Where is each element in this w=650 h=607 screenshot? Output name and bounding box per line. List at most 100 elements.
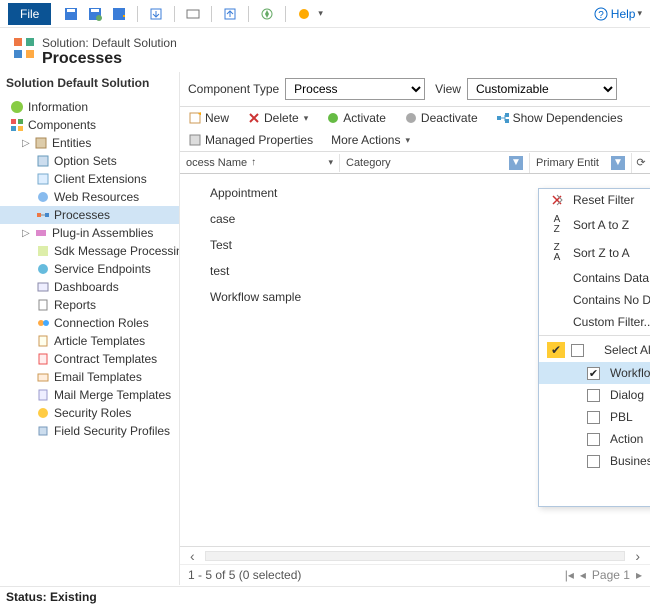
filter-icon[interactable]: ▼ (509, 156, 523, 170)
tree-item[interactable]: Contract Templates (0, 350, 179, 368)
grid-header: ocess Name↑▾ Category▼ Primary Entit▼ ⟳ (180, 152, 650, 174)
filter-bar: Component Type Process View Customizable (180, 72, 650, 106)
sort-az[interactable]: AZSort A to Z (539, 211, 650, 239)
next-page-icon[interactable]: ▸ (636, 568, 642, 582)
tree: Information Components ▷Entities Option … (0, 94, 179, 444)
filter-opt-dialog[interactable]: Dialog (539, 384, 650, 406)
separator (174, 6, 175, 22)
checkbox[interactable]: ✔ (587, 367, 600, 380)
show-deps-button[interactable]: Show Dependencies (492, 109, 627, 127)
tree-item[interactable]: Reports (0, 296, 179, 314)
filter-menu: Reset Filter AZSort A to Z ZASort Z to A… (538, 188, 650, 507)
sort-za[interactable]: ZASort Z to A (539, 239, 650, 267)
pager: 1 - 5 of 5 (0 selected) |◂ ◂ Page 1 ▸ (180, 564, 650, 585)
col-category[interactable]: Category▼ (340, 153, 530, 173)
contains-data[interactable]: Contains Data (539, 267, 650, 289)
top-bar: File ▾ ? Help▾ (0, 0, 650, 28)
col-process-name[interactable]: ocess Name↑▾ (180, 154, 340, 172)
tree-processes[interactable]: Processes (0, 206, 179, 224)
solution-header: Solution: Default Solution Processes (0, 28, 650, 72)
component-type-select[interactable]: Process (285, 78, 425, 100)
reset-filter[interactable]: Reset Filter (539, 189, 650, 211)
separator (211, 6, 212, 22)
col-primary-entity[interactable]: Primary Entit▼ (530, 153, 632, 173)
prev-page-icon[interactable]: ◂ (580, 568, 586, 582)
delete-button[interactable]: Delete▾ (243, 109, 312, 127)
actions-icon[interactable] (296, 6, 312, 22)
new-button[interactable]: New (184, 109, 233, 127)
tree-item[interactable]: Mail Merge Templates (0, 386, 179, 404)
tree-item[interactable]: Email Templates (0, 368, 179, 386)
tree-plugins[interactable]: ▷Plug-in Assemblies (0, 224, 179, 242)
sidebar: Solution Default Solution Information Co… (0, 72, 180, 585)
tree-information[interactable]: Information (0, 98, 179, 116)
custom-filter[interactable]: Custom Filter... (539, 311, 650, 333)
tree-item[interactable]: Security Roles (0, 404, 179, 422)
save-new-icon[interactable] (111, 6, 127, 22)
toolbar: New Delete▾ Activate Deactivate Show Dep… (180, 106, 650, 152)
refresh-icon[interactable]: ⟳ (632, 156, 650, 169)
separator (248, 6, 249, 22)
contains-no-data[interactable]: Contains No Data (539, 289, 650, 311)
tree-item[interactable]: Sdk Message Processing S... (0, 242, 179, 260)
translate-icon[interactable] (185, 6, 201, 22)
solution-label: Solution: Default Solution (42, 36, 177, 50)
tree-item[interactable]: Article Templates (0, 332, 179, 350)
svg-text:?: ? (598, 10, 604, 21)
first-page-icon[interactable]: |◂ (565, 568, 574, 582)
sort-asc-icon: ↑ (251, 157, 256, 168)
publish-icon[interactable] (259, 6, 275, 22)
filter-icon[interactable]: ▼ (611, 156, 625, 170)
dropdown-icon[interactable]: ▾ (318, 8, 323, 19)
scroll-right-icon[interactable]: › (629, 548, 646, 564)
help-link[interactable]: ? Help▾ (594, 7, 642, 21)
checkbox[interactable] (587, 411, 600, 424)
tree-components[interactable]: Components (0, 116, 179, 134)
filter-opt-workflow[interactable]: ✔Workflow (539, 362, 650, 384)
main-panel: Component Type Process View Customizable… (180, 72, 650, 585)
deactivate-button[interactable]: Deactivate (400, 109, 482, 127)
page-label: Page 1 (592, 568, 630, 582)
select-all-check-icon: ✔ (547, 342, 565, 358)
component-type-label: Component Type (188, 82, 279, 96)
divider (539, 335, 650, 336)
filter-buttons: OK Cancel (539, 472, 650, 506)
horizontal-scrollbar[interactable]: ‹ › (180, 546, 650, 564)
row-count: 1 - 5 of 5 (0 selected) (188, 568, 301, 582)
select-all[interactable]: ✔ Select All (539, 338, 650, 362)
process-icon (12, 36, 36, 60)
save-close-icon[interactable] (87, 6, 103, 22)
tree-item[interactable]: Web Resources (0, 188, 179, 206)
page-title: Processes (42, 50, 177, 68)
import-icon[interactable] (148, 6, 164, 22)
tree-item[interactable]: Dashboards (0, 278, 179, 296)
tree-item[interactable]: Field Security Profiles (0, 422, 179, 440)
view-label: View (435, 82, 461, 96)
tree-item[interactable]: Connection Roles (0, 314, 179, 332)
activate-button[interactable]: Activate (322, 109, 390, 127)
filter-opt-bpf[interactable]: Business Process Flow (539, 450, 650, 472)
managed-props-button[interactable]: Managed Properties (184, 131, 317, 149)
tree-item[interactable]: Option Sets (0, 152, 179, 170)
filter-options: ✔Workflow Dialog PBL Action Business Pro… (539, 362, 650, 472)
sidebar-head: Solution Default Solution (0, 72, 179, 94)
tree-entities[interactable]: ▷Entities (0, 134, 179, 152)
tree-item[interactable]: Client Extensions (0, 170, 179, 188)
file-menu[interactable]: File (8, 3, 51, 25)
checkbox[interactable] (587, 433, 600, 446)
filter-opt-pbl[interactable]: PBL (539, 406, 650, 428)
save-icon[interactable] (63, 6, 79, 22)
filter-opt-action[interactable]: Action (539, 428, 650, 450)
separator (137, 6, 138, 22)
checkbox[interactable] (571, 344, 584, 357)
export-icon[interactable] (222, 6, 238, 22)
checkbox[interactable] (587, 389, 600, 402)
checkbox[interactable] (587, 455, 600, 468)
tree-item[interactable]: Service Endpoints (0, 260, 179, 278)
view-select[interactable]: Customizable (467, 78, 617, 100)
scroll-track[interactable] (205, 551, 626, 561)
scroll-left-icon[interactable]: ‹ (184, 548, 201, 564)
more-actions-button[interactable]: More Actions▾ (327, 131, 414, 149)
separator (285, 6, 286, 22)
status-bar: Status: Existing (0, 586, 650, 607)
